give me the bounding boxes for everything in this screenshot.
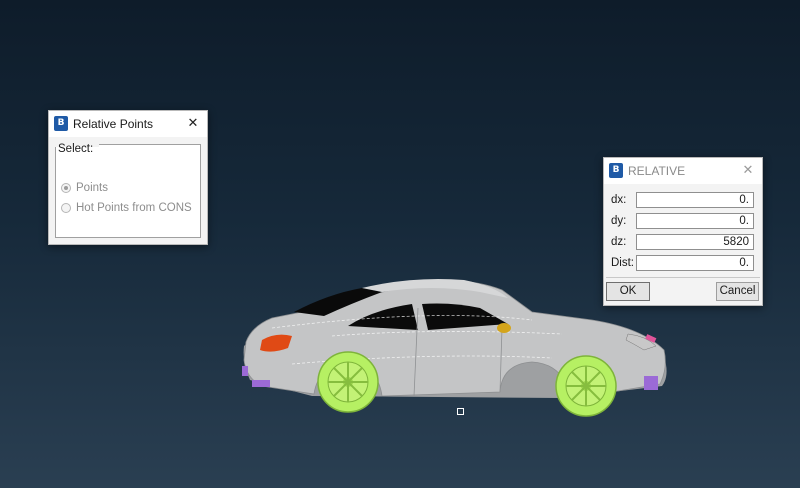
relative-points-title: Relative Points	[73, 117, 154, 131]
relative-titlebar[interactable]: B RELATIVE ✕	[604, 158, 762, 184]
radio-label-hot-points: Hot Points from CONS	[76, 202, 192, 214]
dy-field[interactable]	[636, 213, 754, 229]
select-group-label: Select:	[58, 143, 94, 155]
button-separator	[606, 277, 760, 278]
select-groupbox: Points Hot Points from CONS	[55, 144, 201, 238]
radio-option-points[interactable]: Points	[61, 180, 108, 196]
origin-marker	[457, 408, 464, 415]
dx-field[interactable]	[636, 192, 754, 208]
radio-button-hot-points[interactable]	[61, 203, 71, 213]
radio-label-points: Points	[76, 182, 108, 194]
relative-points-titlebar[interactable]: B Relative Points ✕	[49, 111, 207, 137]
dy-label: dy:	[611, 215, 627, 227]
field-row-dx: dx:	[604, 192, 762, 210]
front-wheel	[555, 355, 617, 417]
highlight-part-front	[644, 376, 658, 390]
cancel-button[interactable]: Cancel	[716, 282, 759, 301]
radio-option-hot-points[interactable]: Hot Points from CONS	[61, 200, 192, 216]
field-row-dy: dy:	[604, 213, 762, 231]
dz-label: dz:	[611, 236, 627, 248]
highlight-part-rear-bumper	[252, 380, 270, 387]
ok-button[interactable]: OK	[606, 282, 650, 301]
radio-button-points[interactable]	[61, 183, 71, 193]
highlight-part-rear-top	[242, 366, 248, 376]
ansa-logo-icon: B	[609, 163, 623, 178]
field-row-dist: Dist:	[604, 255, 762, 273]
close-icon[interactable]: ✕	[183, 114, 203, 134]
rear-wheel	[317, 351, 379, 413]
close-icon[interactable]: ✕	[738, 161, 758, 181]
dz-field[interactable]	[636, 234, 754, 250]
ansa-logo-icon: B	[54, 116, 68, 131]
car-mirror	[497, 323, 511, 333]
relative-title: RELATIVE	[628, 164, 686, 178]
relative-points-dialog: B Relative Points ✕ Points Hot Points fr…	[48, 110, 208, 245]
relative-dialog: B RELATIVE ✕ dx: dy: dz: Dist: OK Cancel	[603, 157, 763, 306]
dx-label: dx:	[611, 194, 627, 206]
dist-field[interactable]	[636, 255, 754, 271]
field-row-dz: dz:	[604, 234, 762, 252]
dist-label: Dist:	[611, 257, 634, 269]
